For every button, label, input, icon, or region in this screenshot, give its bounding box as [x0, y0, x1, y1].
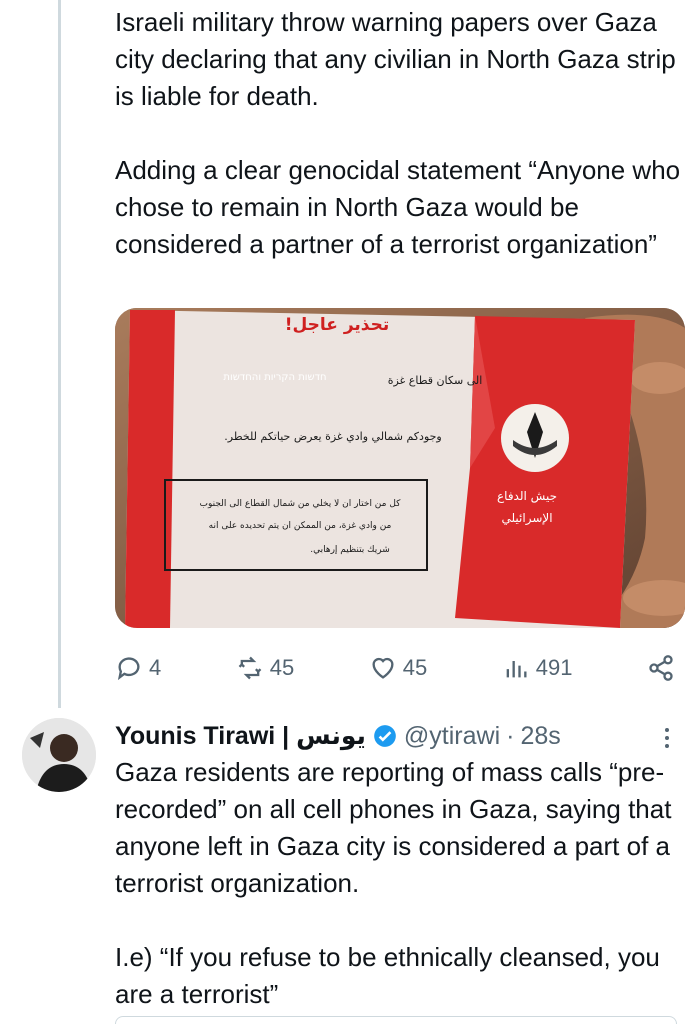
separator-dot: · — [506, 721, 515, 750]
flyer-box-line1: كل من اختار ان لا يخلي من شمال القطاع ال… — [200, 499, 402, 509]
retweet-icon — [238, 656, 262, 680]
reply-count: 4 — [149, 655, 162, 680]
reply-icon — [117, 657, 140, 681]
flyer-watermark: חדשות הקריות והחדשות — [223, 372, 326, 383]
tweet-text: Israeli military throw warning papers ov… — [115, 7, 681, 259]
flyer-box-line2: من وادي غزة، من الممكن ان يتم تحديده على… — [209, 521, 392, 531]
thread-connector-line — [58, 0, 61, 708]
retweet-count: 45 — [269, 655, 295, 680]
more-icon[interactable] — [655, 724, 679, 752]
tweet-text: Gaza residents are reporting of mass cal… — [115, 757, 672, 1009]
share-icon — [649, 655, 673, 681]
like-count: 45 — [402, 655, 428, 680]
views-icon — [506, 661, 527, 678]
share-button[interactable] — [647, 654, 675, 682]
flyer-org-line2: الإسرائيلي — [501, 511, 552, 526]
author-handle[interactable]: @ytirawi — [404, 722, 500, 751]
views-button[interactable]: 491 — [502, 654, 573, 682]
verified-icon — [374, 725, 396, 747]
tweet-header: Younis Tirawi | يونس @ytirawi · 28s — [115, 716, 685, 756]
retweet-button[interactable]: 45 — [236, 654, 294, 682]
like-button[interactable]: 45 — [369, 654, 427, 682]
tweet-actions-bar: 4 45 45 491 — [115, 646, 675, 690]
flyer-headline: تحذير عاجل! — [285, 315, 390, 335]
flyer-org-line1: جيش الدفاع — [497, 489, 557, 504]
avatar[interactable] — [22, 718, 96, 792]
tweet-timestamp[interactable]: 28s — [520, 722, 560, 751]
reply-button[interactable]: 4 — [115, 654, 161, 682]
flyer-box-line3: شريك بتنظيم إرهابي. — [310, 545, 390, 555]
flyer-line2: وجودكم شمالي وادي غزة يعرض حياتكم للخطر. — [224, 430, 442, 443]
views-count: 491 — [535, 655, 573, 680]
flyer-line1: الى سكان قطاع غزة — [388, 374, 483, 387]
like-icon — [372, 657, 394, 679]
tweet-media-image[interactable]: تحذير عاجل! الى سكان قطاع غزة חדשות הקרי… — [115, 308, 685, 628]
author-name[interactable]: Younis Tirawi | يونس — [115, 721, 366, 751]
